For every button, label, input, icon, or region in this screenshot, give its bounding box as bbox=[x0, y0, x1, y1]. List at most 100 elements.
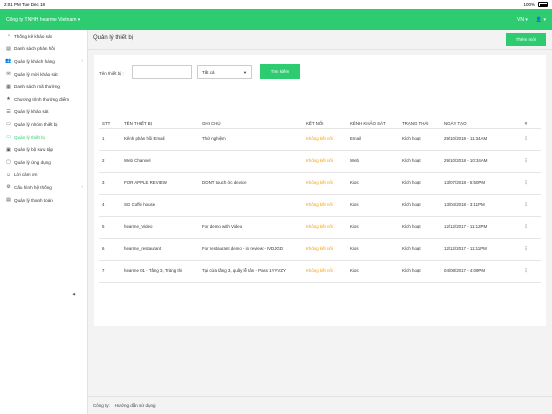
cell-created: 29/10/2018 - 11:34AM bbox=[441, 128, 511, 151]
cell-created: 13/07/2018 - 5:50PM bbox=[441, 172, 511, 195]
cell-name: FOR APPLE REVIEW bbox=[121, 172, 199, 195]
sidebar-item-icon: ✉ bbox=[6, 71, 11, 78]
collapse-sidebar-icon[interactable]: ✦ bbox=[72, 292, 76, 298]
sidebar-item-icon: ▤ bbox=[6, 45, 11, 52]
add-device-button[interactable]: Thêm mới bbox=[506, 33, 546, 46]
cell-status: Kích hoạt bbox=[399, 150, 441, 173]
table-row: 2 Web Channel Không kết nối Web Kích hoạt 29/… bbox=[99, 150, 541, 173]
sidebar-item[interactable]: ☺ Lời cảm ơn bbox=[0, 169, 87, 182]
status-time: 2:01 PM bbox=[4, 2, 21, 7]
table-row: 5 hearme_Video For demo with Video Không kế… bbox=[99, 216, 541, 239]
sidebar-item-label: Quản lý khách hàng bbox=[14, 58, 55, 64]
cell-channel: Kios bbox=[347, 260, 399, 283]
cell-channel: Kios bbox=[347, 172, 399, 195]
user-guide-link[interactable]: Hướng dẫn sử dụng bbox=[115, 403, 156, 408]
status-date: Tue Dec 18 bbox=[21, 2, 46, 7]
chevron-right-icon: › bbox=[81, 184, 83, 191]
sidebar-item-label: Lời cảm ơn bbox=[14, 172, 38, 178]
search-button[interactable]: Tìm kiếm bbox=[260, 64, 300, 79]
cell-status: Kích hoạt bbox=[399, 128, 441, 151]
table-row: 3 FOR APPLE REVIEW DONT touch ớc device Khô… bbox=[99, 172, 541, 195]
cell-created: 12/12/2017 - 11:11PM bbox=[441, 238, 511, 261]
user-menu[interactable]: 👤 ▾ bbox=[536, 17, 546, 23]
sidebar-item[interactable]: ▢ Quản lý ứng dụng bbox=[0, 156, 87, 169]
more-actions-icon[interactable]: ⋮ bbox=[511, 260, 541, 283]
cell-stt: 3 bbox=[99, 172, 121, 195]
device-table: STT TÊN THIẾT BỊ GHI CHÚ KẾT NỐI KÊNH KHẢO S… bbox=[99, 107, 541, 283]
cell-status: Kích hoạt bbox=[399, 238, 441, 261]
cell-conn: Không kết nối bbox=[303, 216, 347, 239]
cell-name: Kênh phản hồi Email bbox=[121, 128, 199, 151]
sidebar-item[interactable]: ▦ Danh sách mã thưởng bbox=[0, 80, 87, 93]
sidebar-item[interactable]: ★ Chương trình thưởng điểm bbox=[0, 93, 87, 106]
sidebar-item-label: Quản lý thanh toán bbox=[14, 197, 53, 203]
cell-status: Kích hoạt bbox=[399, 260, 441, 283]
status-select[interactable]: Tất cả ▼ bbox=[197, 65, 252, 79]
cell-status: Kích hoạt bbox=[399, 172, 441, 195]
more-actions-icon[interactable]: ⋮ bbox=[511, 150, 541, 173]
cell-conn: Không kết nối bbox=[303, 260, 347, 283]
cell-name: SG Coffe house bbox=[121, 194, 199, 217]
cell-note: Tại cửa tầng 3, quầy lễ tân - Pass 1YYVZ… bbox=[199, 260, 303, 283]
sidebar-item[interactable]: ✉ Quản lý mời khảo sát bbox=[0, 68, 87, 81]
company-switcher[interactable]: Công ty TNHH hearme Vietnam ▾ bbox=[6, 17, 80, 23]
sidebar-item[interactable]: ▭ Quản lý thiết bị bbox=[0, 131, 87, 144]
battery-icon bbox=[538, 2, 548, 7]
column-header: # bbox=[511, 107, 541, 129]
table-row: 6 hearme_restaurant For restaurant demo - … bbox=[99, 238, 541, 261]
cell-note: For restaurant demo - in review:- IVDJGD bbox=[199, 238, 303, 261]
more-actions-icon[interactable]: ⋮ bbox=[511, 172, 541, 195]
cell-stt: 1 bbox=[99, 128, 121, 151]
cell-conn: Không kết nối bbox=[303, 238, 347, 261]
sidebar-item-icon: ☺ bbox=[5, 171, 12, 178]
cell-channel: Email bbox=[347, 128, 399, 151]
column-header: KẾT NỐI bbox=[303, 107, 347, 129]
sidebar-item-icon: ▤ bbox=[6, 197, 11, 204]
sidebar-item[interactable]: 👥 Quản lý khách hàng › bbox=[0, 55, 87, 68]
sidebar-item[interactable]: ▤ Quản lý thanh toán bbox=[0, 194, 87, 207]
sidebar-item-icon: ★ bbox=[6, 96, 11, 103]
cell-conn: Không kết nối bbox=[303, 150, 347, 173]
sidebar-item-label: Quản lý mời khảo sát bbox=[14, 71, 58, 77]
column-header: TÊN THIẾT BỊ bbox=[121, 107, 199, 129]
column-header: TRẠNG THÁI bbox=[399, 107, 441, 129]
footer-company: Công ty: bbox=[93, 403, 110, 408]
table-row: 7 hearme 01 - Tầng 3, Tràng thi Tại cửa tầ… bbox=[99, 260, 541, 283]
table-row: 4 SG Coffe house Không kết nối Kios Kích hoạ… bbox=[99, 194, 541, 217]
cell-note: Thử nghiệm bbox=[199, 128, 303, 151]
sidebar-item[interactable]: ▣ Quản lý bộ sưu tập bbox=[0, 143, 87, 156]
column-header: GHI CHÚ bbox=[199, 107, 303, 129]
more-actions-icon[interactable]: ⋮ bbox=[511, 216, 541, 239]
device-table-panel: STT TÊN THIẾT BỊ GHI CHÚ KẾT NỐI KÊNH KHẢO S… bbox=[94, 100, 546, 326]
sidebar-item[interactable]: ◔ Thống kê khảo sát bbox=[0, 30, 87, 43]
sidebar-item-icon: 👥 bbox=[5, 58, 12, 65]
cell-stt: 7 bbox=[99, 260, 121, 283]
column-header: NGÀY TẠO bbox=[441, 107, 511, 129]
page-title: Quản lý thiết bị bbox=[93, 35, 134, 41]
cell-note: For demo with Video bbox=[199, 216, 303, 239]
column-header: STT bbox=[99, 107, 121, 129]
sidebar-item[interactable]: ⚙ Cấu hình hệ thống › bbox=[0, 181, 87, 194]
sidebar-item-label: Danh sách mã thưởng bbox=[14, 84, 60, 90]
more-actions-icon[interactable]: ⋮ bbox=[511, 128, 541, 151]
cell-channel: Kios bbox=[347, 216, 399, 239]
sidebar: ◔ Thống kê khảo sát ▤ Danh sách phản hồi 👥 Qu… bbox=[0, 30, 88, 414]
more-actions-icon[interactable]: ⋮ bbox=[511, 238, 541, 261]
cell-channel: Kios bbox=[347, 194, 399, 217]
cell-created: 29/10/2018 - 10:34AM bbox=[441, 150, 511, 173]
cell-name: hearme_restaurant bbox=[121, 238, 199, 261]
cell-channel: Kios bbox=[347, 238, 399, 261]
footer: Công ty: Hướng dẫn sử dụng bbox=[88, 396, 552, 414]
more-actions-icon[interactable]: ⋮ bbox=[511, 194, 541, 217]
cell-name: Web Channel bbox=[121, 150, 199, 173]
sidebar-item-label: Cấu hình hệ thống bbox=[14, 184, 52, 190]
device-name-input[interactable] bbox=[132, 65, 192, 79]
cell-created: 13/04/2018 - 3:11PM bbox=[441, 194, 511, 217]
sidebar-item[interactable]: ☰ Quản lý khảo sát bbox=[0, 106, 87, 119]
sidebar-item-icon: ▢ bbox=[6, 159, 11, 166]
sidebar-item[interactable]: ▤ Danh sách phản hồi bbox=[0, 43, 87, 56]
sidebar-item[interactable]: ▭ Quản lý nhóm thiết bị bbox=[0, 118, 87, 131]
language-switcher[interactable]: VN ▾ bbox=[517, 17, 528, 23]
cell-note bbox=[199, 150, 303, 173]
sidebar-item-icon: ⚙ bbox=[6, 184, 11, 191]
